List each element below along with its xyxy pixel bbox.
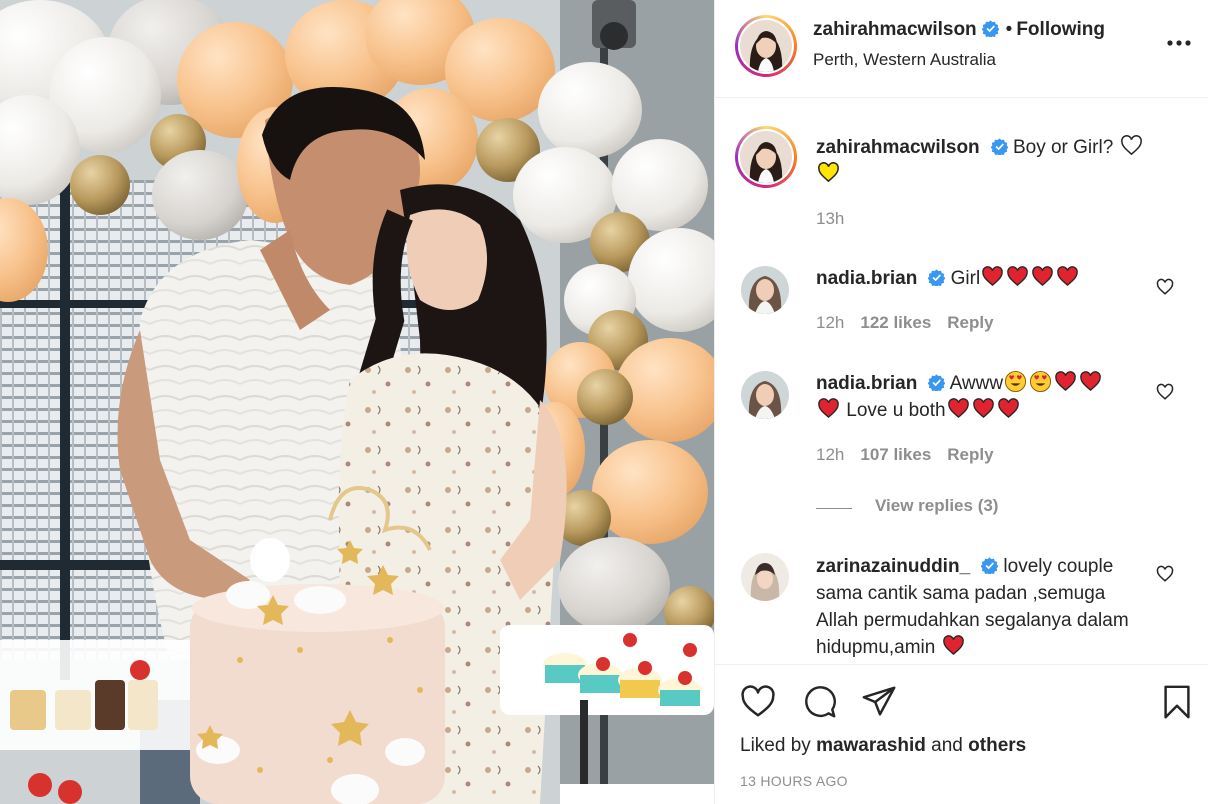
comment-body: Awww	[949, 373, 1004, 394]
comment-username[interactable]: zarinazainuddin_	[816, 556, 970, 577]
verified-badge-icon	[928, 269, 946, 286]
comment-time[interactable]: 12h	[816, 445, 844, 464]
comment-like-heart-icon[interactable]	[1156, 383, 1174, 401]
caption-body: Boy or Girl?	[1012, 137, 1114, 158]
like-heart-icon[interactable]	[739, 683, 777, 721]
view-replies-button[interactable]: View replies (3)	[816, 496, 998, 516]
red-heart-icon	[942, 635, 964, 656]
reply-button[interactable]: Reply	[947, 313, 993, 332]
comment-text: zarinazainuddin_ lovely couple sama cant…	[816, 553, 1146, 661]
caption-time[interactable]: 13h	[816, 209, 844, 228]
comment-meta: 12h 122 likes Reply	[816, 313, 1010, 333]
header-username[interactable]: zahirahmacwilson	[813, 19, 977, 40]
following-button[interactable]: Following	[1016, 19, 1105, 40]
red-heart-icon	[1032, 266, 1053, 287]
comments-section[interactable]: zahirahmacwilson Boy or Girl? 13h nadia.…	[715, 98, 1208, 664]
red-heart-icon	[1080, 371, 1101, 392]
comment-text: nadia.brian Girl	[816, 265, 1146, 292]
heart-eyes-icon	[1005, 370, 1027, 393]
red-heart-icon	[947, 398, 969, 419]
save-bookmark-icon[interactable]	[1158, 683, 1196, 721]
liked-by-user[interactable]: mawarashid	[816, 735, 926, 756]
caption-avatar[interactable]	[735, 126, 797, 188]
comment-like-heart-icon[interactable]	[1156, 565, 1174, 583]
share-paper-plane-icon[interactable]	[860, 683, 898, 721]
post-sidebar: zahirahmacwilson • Following Perth, Wester…	[714, 0, 1208, 804]
comment-body-line2: Love u both	[846, 400, 946, 421]
comment-body: Girl	[950, 268, 981, 289]
post-location[interactable]: Perth, Western Australia	[813, 50, 996, 70]
avatar-image	[741, 371, 789, 419]
verified-badge-icon	[928, 374, 946, 391]
red-heart-icon	[1055, 371, 1076, 392]
avatar-image	[740, 131, 792, 183]
comment-text: nadia.brian Awww Love u both	[816, 370, 1146, 424]
comment-time[interactable]: 12h	[816, 313, 844, 332]
red-heart-icon	[972, 398, 994, 419]
yellow-heart-icon	[818, 162, 839, 183]
red-heart-icon	[982, 266, 1003, 287]
comment-like-heart-icon[interactable]	[1156, 278, 1174, 296]
comment-icon[interactable]	[800, 683, 838, 721]
comment-username[interactable]: nadia.brian	[816, 268, 917, 289]
avatar-image	[741, 266, 789, 314]
commenter-avatar[interactable]	[741, 371, 789, 419]
red-heart-icon	[1057, 266, 1078, 287]
avatar-image	[741, 553, 789, 601]
post-image	[0, 0, 714, 804]
commenter-avatar[interactable]	[741, 266, 789, 314]
author-avatar[interactable]	[735, 15, 797, 77]
liked-by-conj: and	[931, 735, 963, 756]
caption-text: zahirahmacwilson Boy or Girl?	[816, 134, 1146, 188]
liked-by-others[interactable]: others	[968, 735, 1026, 756]
caption-meta: 13h	[816, 209, 860, 229]
comment-likes[interactable]: 122 likes	[860, 313, 931, 332]
red-heart-icon	[1007, 266, 1028, 287]
reply-button[interactable]: Reply	[947, 445, 993, 464]
liked-by-prefix: Liked by	[740, 735, 811, 756]
red-heart-icon	[818, 398, 839, 419]
comment-meta: 12h 107 likes Reply	[816, 445, 1010, 465]
red-heart-icon	[997, 398, 1019, 419]
verified-badge-icon	[990, 138, 1008, 155]
more-options-icon[interactable]	[1167, 38, 1191, 48]
post-header: zahirahmacwilson • Following Perth, Wester…	[715, 0, 1208, 98]
header-separator: •	[1005, 19, 1013, 40]
header-user-row: zahirahmacwilson • Following	[813, 19, 1105, 41]
post-actions: Liked by mawarashid and others 13 HOURS …	[715, 664, 1208, 804]
heart-eyes-icon	[1030, 370, 1052, 393]
view-replies-label[interactable]: View replies (3)	[875, 496, 998, 515]
comment-username[interactable]: nadia.brian	[816, 373, 917, 394]
commenter-avatar[interactable]	[741, 553, 789, 601]
avatar-image	[740, 20, 792, 72]
comment-likes[interactable]: 107 likes	[860, 445, 931, 464]
post-photo[interactable]	[0, 0, 714, 804]
verified-badge-icon	[981, 557, 999, 574]
verified-badge-icon	[981, 20, 999, 37]
caption-username[interactable]: zahirahmacwilson	[816, 137, 980, 158]
white-heart-icon	[1120, 135, 1142, 156]
post-timestamp[interactable]: 13 HOURS AGO	[740, 773, 848, 789]
liked-by: Liked by mawarashid and others	[740, 735, 1026, 757]
